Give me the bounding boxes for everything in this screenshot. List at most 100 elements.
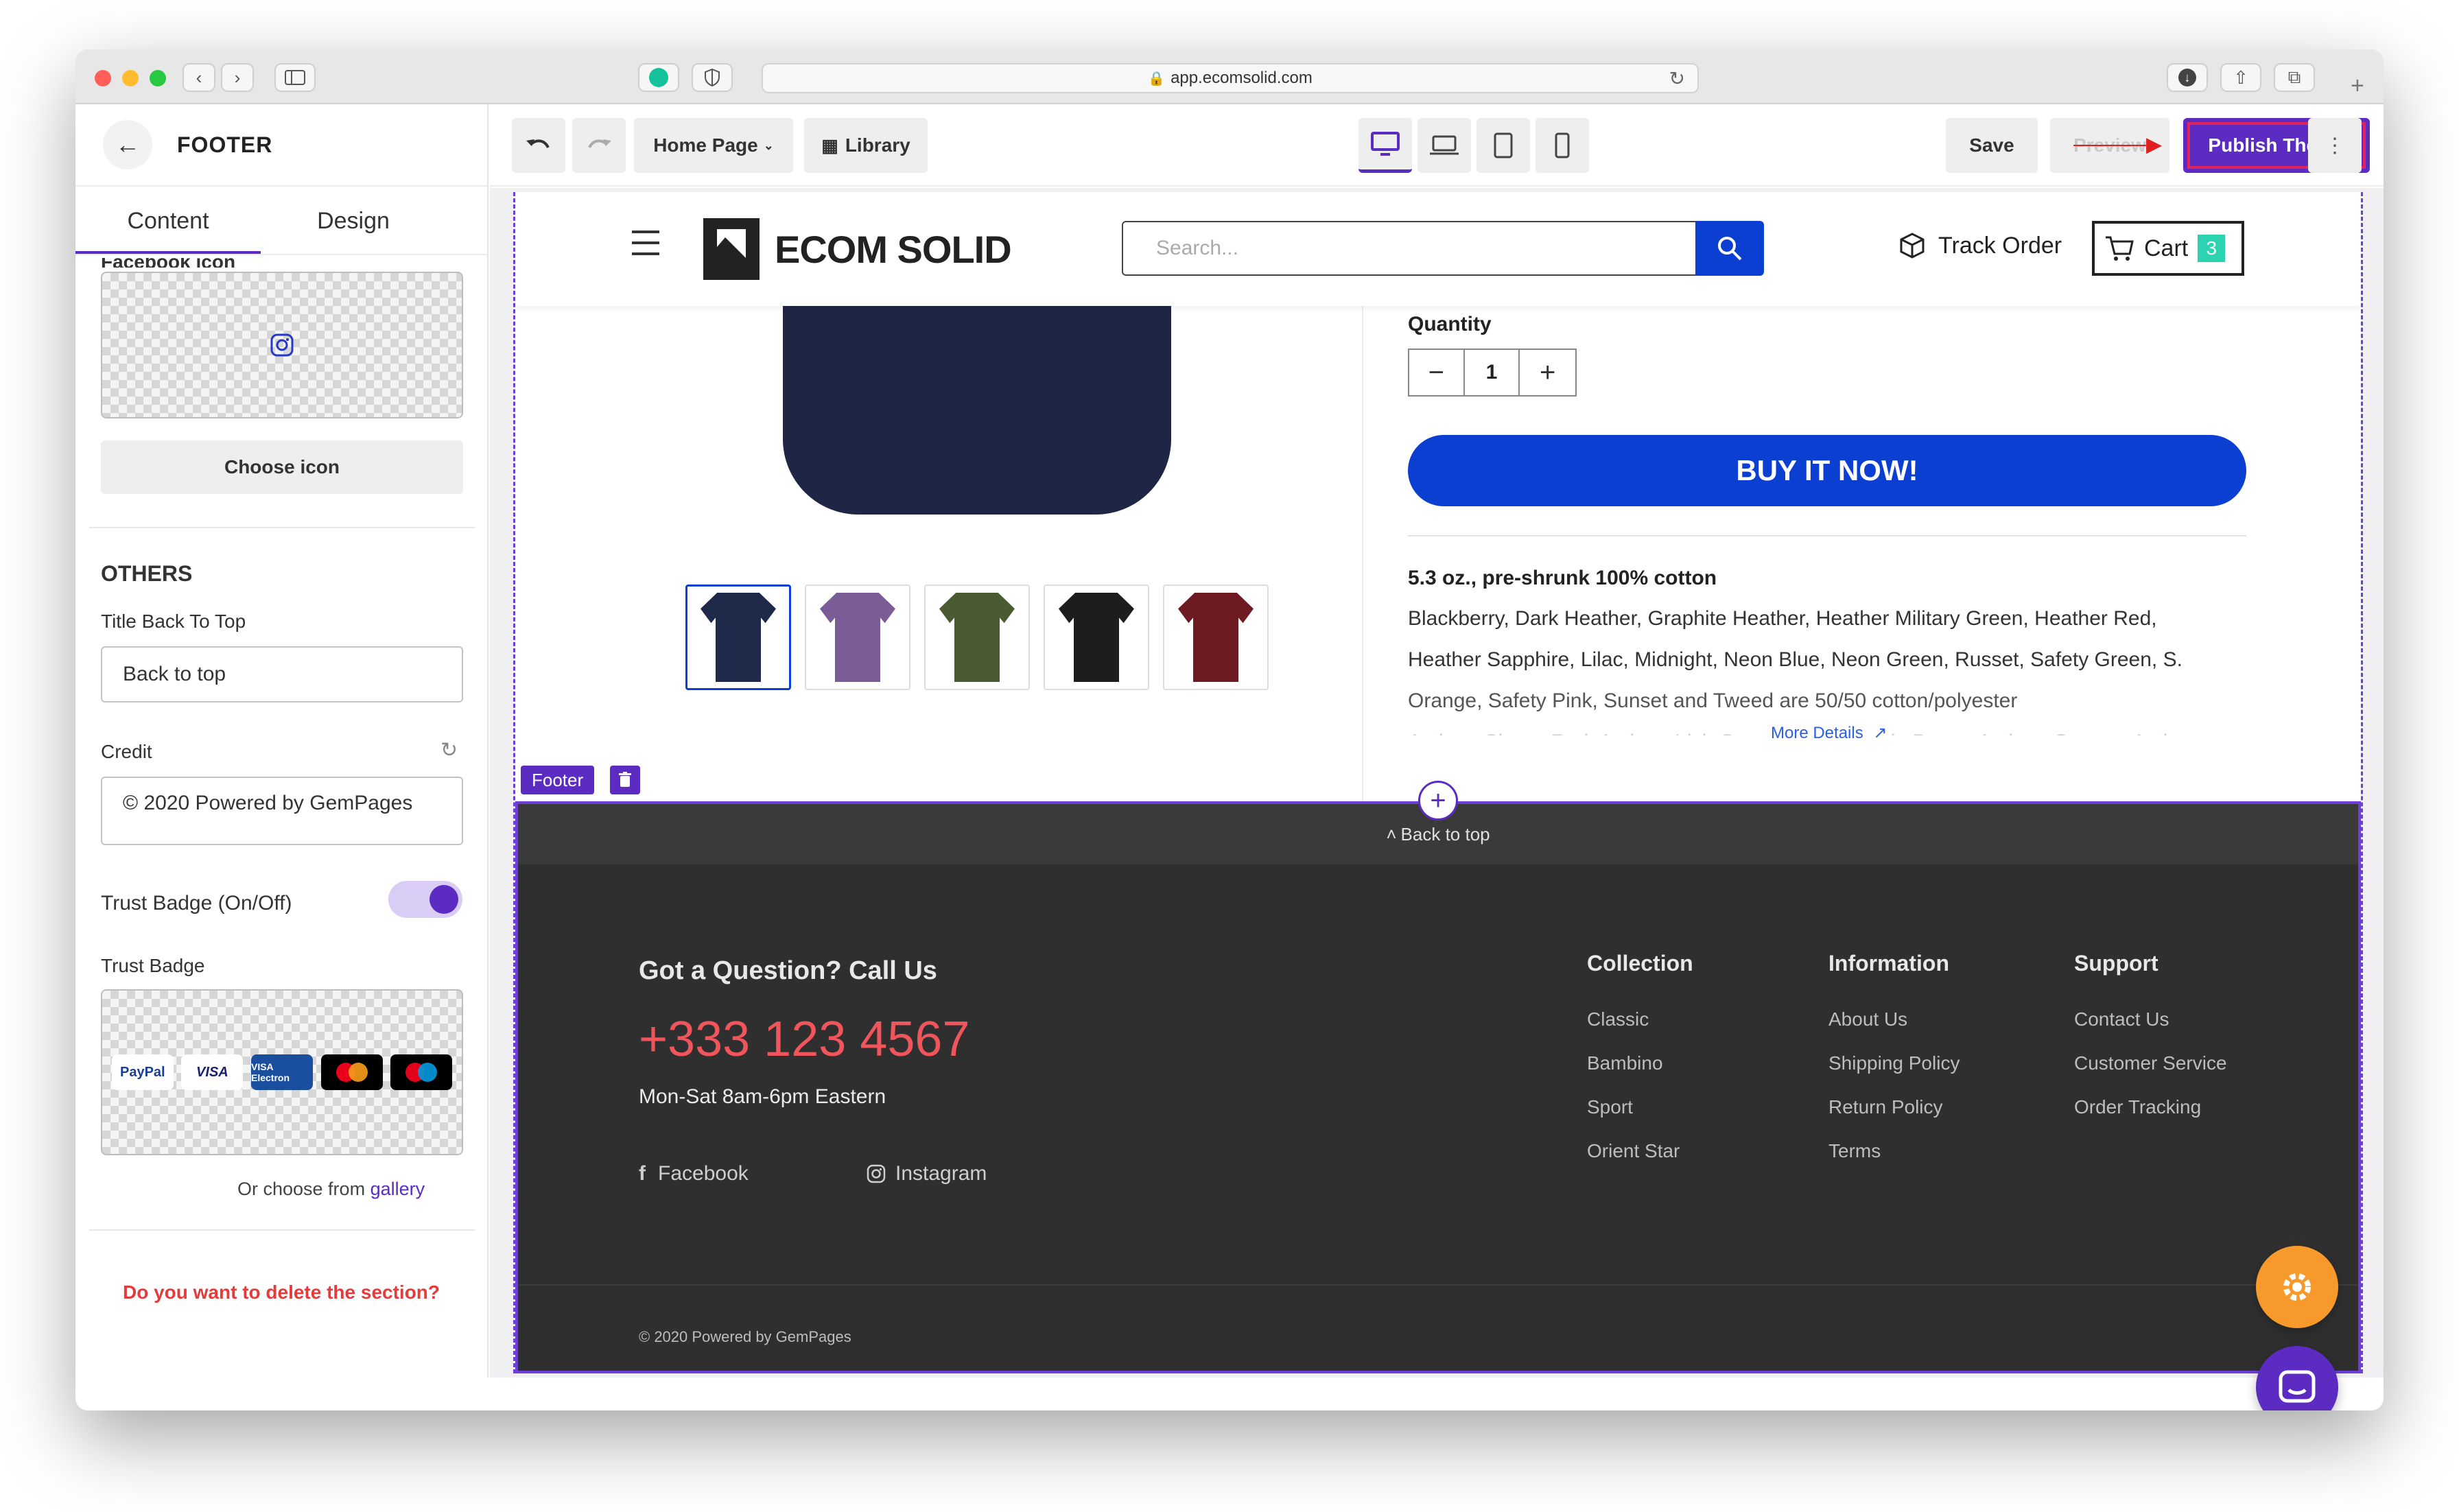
- page-select[interactable]: Home Page ⌄: [634, 118, 793, 173]
- minus-icon[interactable]: −: [1409, 350, 1465, 395]
- grammarly-extension-icon[interactable]: [638, 63, 679, 92]
- footer-link[interactable]: Terms: [1828, 1140, 1881, 1162]
- download-icon[interactable]: ↓: [2167, 63, 2208, 92]
- forward-nav-icon[interactable]: ›: [221, 63, 254, 92]
- save-button[interactable]: Save: [1946, 118, 2038, 173]
- instagram-icon: [270, 333, 294, 357]
- toggle-knob: [430, 885, 458, 914]
- mastercard-badge-icon: [320, 1054, 383, 1090]
- preview-button[interactable]: Preview ▶: [2050, 118, 2169, 173]
- back-to-top-label: Back to top: [1400, 823, 1490, 844]
- more-options-icon[interactable]: ⋮: [2308, 118, 2362, 173]
- gear-icon: [2283, 1273, 2311, 1301]
- delete-section-link[interactable]: Do you want to delete the section?: [75, 1281, 487, 1303]
- url-text: app.ecomsolid.com: [1170, 69, 1313, 87]
- store-search-input[interactable]: Search...: [1122, 221, 1697, 276]
- minimize-window-button[interactable]: [122, 70, 139, 86]
- tab-content[interactable]: Content: [75, 187, 261, 254]
- footer-link[interactable]: Sport: [1587, 1096, 1633, 1118]
- product-image[interactable]: [783, 274, 1171, 515]
- footer-link[interactable]: Bambino: [1587, 1052, 1663, 1074]
- product-thumbnail[interactable]: [924, 584, 1030, 690]
- reload-icon[interactable]: ↻: [1669, 67, 1685, 90]
- gallery-link[interactable]: gallery: [370, 1179, 425, 1199]
- mobile-view-icon[interactable]: [1536, 118, 1589, 173]
- footer-link[interactable]: Orient Star: [1587, 1140, 1680, 1162]
- shield-icon[interactable]: [692, 63, 733, 92]
- product-thumbnail[interactable]: [805, 584, 910, 690]
- search-icon: [1718, 237, 1742, 261]
- description-line: Heather Sapphire, Lilac, Midnight, Neon …: [1408, 648, 2182, 671]
- tshirt-icon: [1059, 593, 1134, 682]
- footer-link[interactable]: Classic: [1587, 1008, 1649, 1030]
- credit-value: © 2020 Powered by GemPages: [123, 792, 413, 814]
- more-details-link[interactable]: More Details ↗: [1767, 723, 1892, 743]
- new-tab-icon[interactable]: +: [2351, 73, 2364, 99]
- trash-icon[interactable]: [610, 766, 640, 794]
- store-header: ECOM SOLID Search... Track Order Cart 3: [515, 192, 2361, 306]
- footer-link[interactable]: Return Policy: [1828, 1096, 1943, 1118]
- back-arrow-icon[interactable]: ←: [103, 120, 152, 169]
- maximize-window-button[interactable]: [150, 70, 166, 86]
- product-description: Blackberry, Dark Heather, Graphite Heath…: [1408, 598, 2259, 735]
- store-logo[interactable]: ECOM SOLID: [698, 213, 1012, 285]
- trust-badge-label: Trust Badge: [101, 955, 205, 976]
- plus-icon[interactable]: +: [1520, 350, 1575, 395]
- laptop-view-icon[interactable]: [1417, 118, 1471, 173]
- tab-design[interactable]: Design: [261, 187, 446, 254]
- sidebar-toggle-icon[interactable]: [274, 63, 316, 92]
- back-to-top-title-input[interactable]: Back to top: [101, 646, 463, 702]
- undo-icon[interactable]: [512, 118, 565, 173]
- cart-button[interactable]: Cart 3: [2092, 221, 2244, 276]
- choose-icon-button[interactable]: Choose icon: [101, 440, 463, 494]
- close-window-button[interactable]: [95, 70, 111, 86]
- others-heading: OTHERS: [101, 561, 193, 586]
- description-line: Blackberry, Dark Heather, Graphite Heath…: [1408, 607, 2157, 630]
- trust-badge-preview[interactable]: PayPal VISA VISA Electron: [101, 989, 463, 1155]
- footer-link[interactable]: Contact Us: [2074, 1008, 2169, 1030]
- product-thumbnail[interactable]: [1044, 584, 1149, 690]
- track-order-link[interactable]: Track Order: [1898, 232, 2062, 259]
- buy-now-button[interactable]: BUY IT NOW!: [1408, 435, 2246, 506]
- product-thumbnail[interactable]: [1163, 584, 1269, 690]
- add-section-button[interactable]: +: [1418, 781, 1458, 820]
- phone-number[interactable]: +333 123 4567: [639, 1011, 969, 1067]
- instagram-link[interactable]: Instagram: [867, 1162, 987, 1185]
- quantity-stepper[interactable]: − 1 +: [1408, 349, 1577, 397]
- quantity-value[interactable]: 1: [1465, 350, 1520, 395]
- section-title: FOOTER: [177, 132, 273, 157]
- footer-link[interactable]: About Us: [1828, 1008, 1907, 1030]
- instagram-icon: [867, 1164, 886, 1183]
- sidebar-header: ← FOOTER: [75, 104, 487, 187]
- share-icon[interactable]: ⇧: [2220, 63, 2261, 92]
- address-bar[interactable]: 🔒 app.ecomsolid.com ↻: [762, 63, 1699, 93]
- lock-icon: 🔒: [1148, 71, 1166, 86]
- redo-icon[interactable]: [572, 118, 626, 173]
- section-tag[interactable]: Footer: [521, 766, 595, 794]
- sidebar-tabs: Content Design: [75, 187, 487, 255]
- trust-badge-toggle-label: Trust Badge (On/Off): [101, 892, 292, 914]
- product-thumbnail[interactable]: [685, 584, 791, 690]
- footer-link[interactable]: Order Tracking: [2074, 1096, 2201, 1118]
- chevron-down-icon: ⌄: [763, 138, 774, 152]
- credit-textarea[interactable]: © 2020 Powered by GemPages: [101, 777, 463, 845]
- back-nav-icon[interactable]: ‹: [183, 63, 215, 92]
- facebook-link[interactable]: f Facebook: [639, 1162, 749, 1185]
- tablet-view-icon[interactable]: [1476, 118, 1530, 173]
- settings-fab[interactable]: [2256, 1246, 2338, 1328]
- reset-icon[interactable]: ↻: [440, 738, 458, 762]
- trust-badge-toggle[interactable]: [388, 881, 462, 918]
- search-button[interactable]: [1695, 221, 1764, 276]
- tabs-overview-icon[interactable]: ⧉: [2274, 63, 2315, 92]
- desktop-view-icon[interactable]: [1358, 118, 1412, 173]
- footer-link[interactable]: Customer Service: [2074, 1052, 2227, 1074]
- icon-preview[interactable]: [101, 272, 463, 418]
- visa-electron-badge-icon: VISA Electron: [250, 1054, 313, 1090]
- external-link-icon: ↗: [1873, 724, 1887, 742]
- description-heading: 5.3 oz., pre-shrunk 100% cotton: [1408, 567, 1717, 589]
- footer-link[interactable]: Shipping Policy: [1828, 1052, 1960, 1074]
- track-order-label: Track Order: [1938, 232, 2062, 259]
- hamburger-menu-icon[interactable]: [632, 231, 659, 255]
- footer-section[interactable]: ˄ Back to top Got a Question? Call Us +3…: [515, 801, 2361, 1373]
- library-button[interactable]: ▦ Library: [804, 118, 928, 173]
